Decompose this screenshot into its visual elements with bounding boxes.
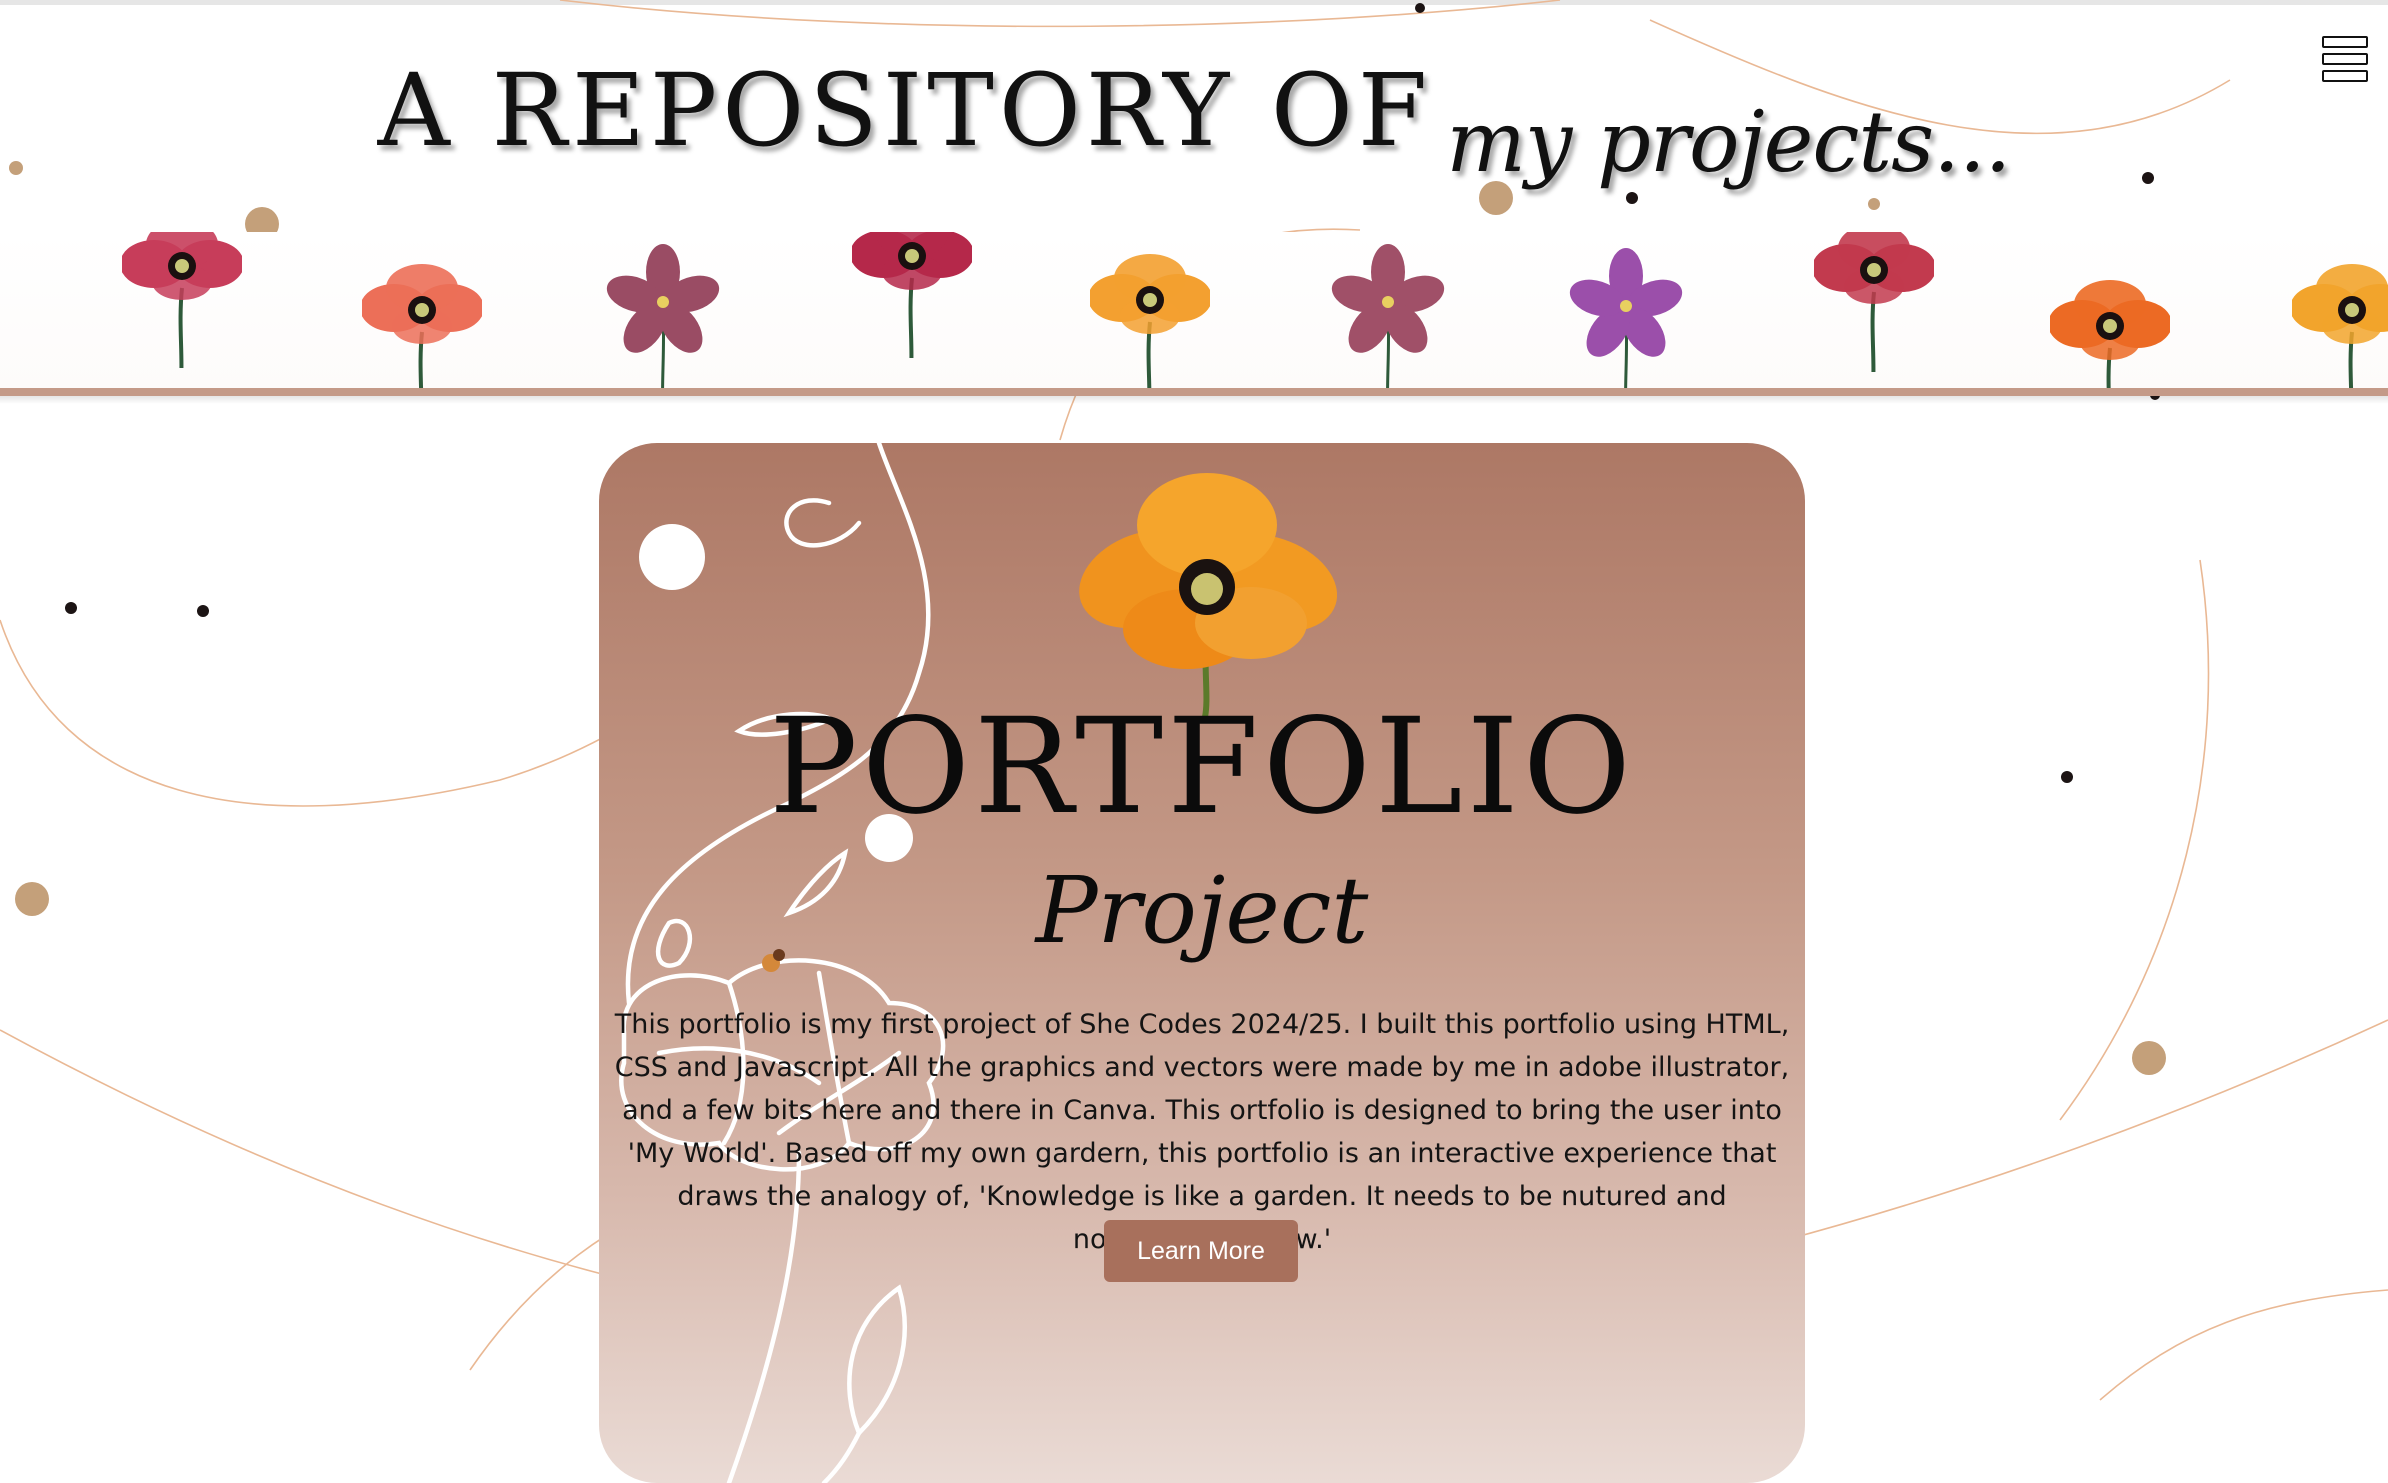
- card-heading: PORTFOLIO: [769, 690, 1635, 844]
- purple-flower-icon: [1566, 246, 1686, 390]
- card-subheading: Project: [1035, 857, 1369, 964]
- mauve-flower-icon: [603, 242, 723, 390]
- orange-poppy-icon: [1090, 252, 1210, 390]
- coral-flower-icon: [362, 262, 482, 390]
- flower-banner: [0, 232, 2388, 390]
- crimson-poppy-icon: [852, 232, 972, 358]
- site-title-main: A REPOSITORY OF: [377, 52, 1433, 169]
- red-poppy-icon: [122, 232, 242, 368]
- orange-poppy-icon: [2292, 262, 2388, 390]
- orange-poppy-icon: [1079, 473, 1337, 717]
- banner-shadow: [0, 396, 2388, 404]
- banner-border: [0, 388, 2388, 396]
- red-poppy-icon: [1814, 232, 1934, 372]
- portfolio-project-card: PORTFOLIO Project This portfolio is my f…: [599, 443, 1805, 1483]
- top-border: [0, 0, 2388, 5]
- hamburger-menu-icon[interactable]: [2322, 32, 2368, 86]
- orange-poppy-icon: [2050, 278, 2170, 390]
- mauve-flower-icon: [1328, 242, 1448, 390]
- site-title: A REPOSITORY OF my projects...: [0, 52, 2388, 191]
- learn-more-button[interactable]: Learn More: [1104, 1220, 1298, 1282]
- site-title-script: my projects...: [1446, 93, 2011, 191]
